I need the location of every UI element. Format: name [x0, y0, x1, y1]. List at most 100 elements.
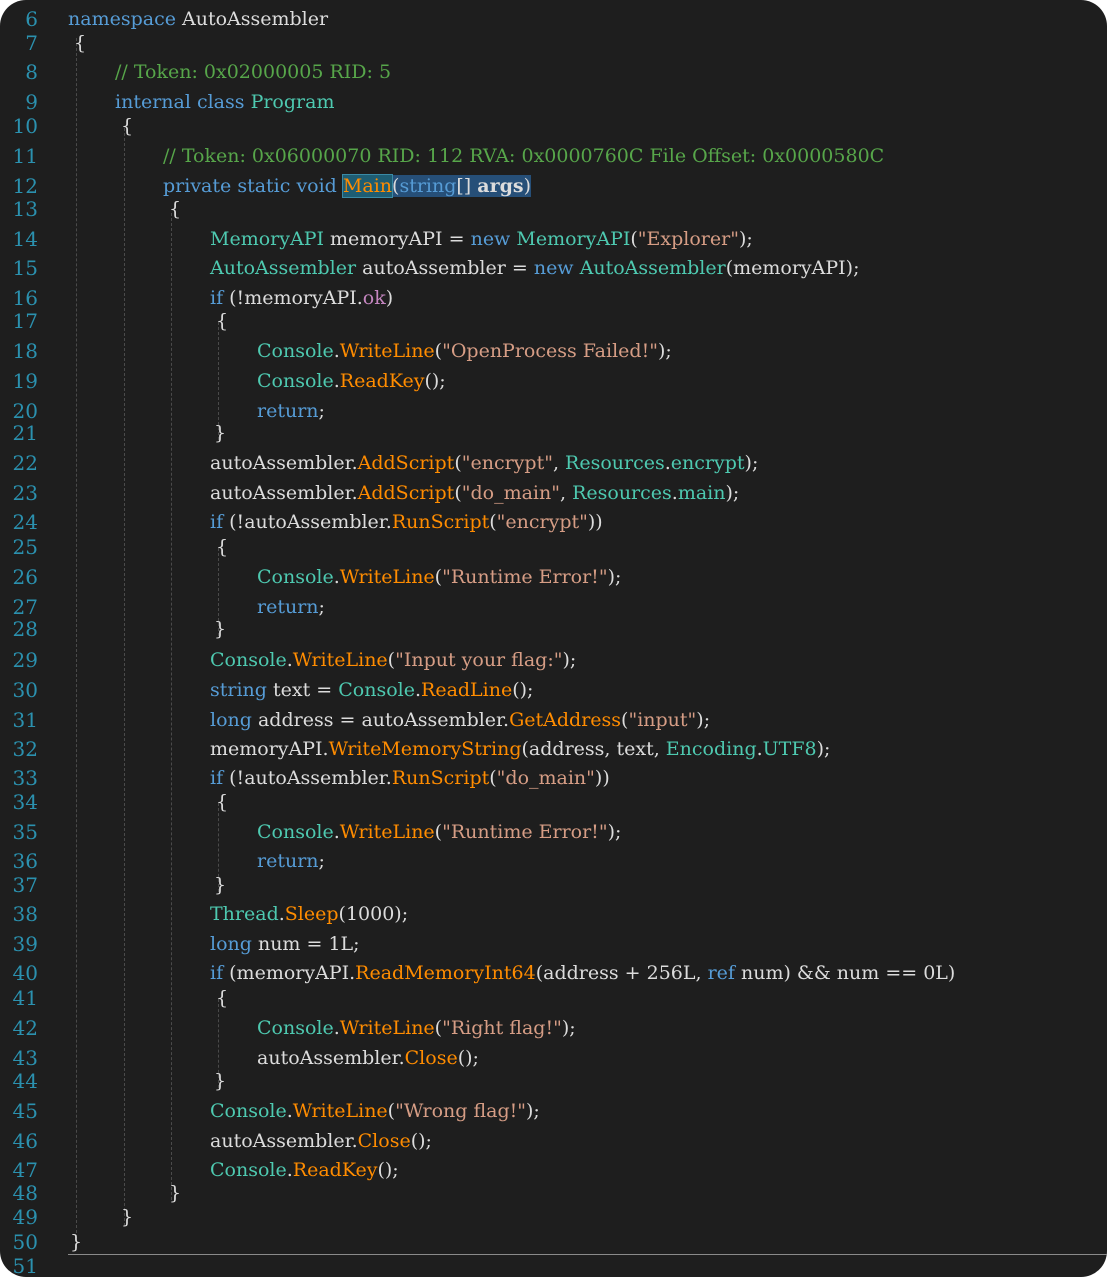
code-line[interactable]: AutoAssembler autoAssembler = new AutoAs… — [210, 256, 860, 280]
code-line[interactable]: if (!memoryAPI.ok) — [210, 286, 393, 310]
code-line[interactable]: { — [121, 114, 133, 138]
code-token: (); — [424, 370, 446, 392]
code-line[interactable]: private static void Main(string[] args) — [163, 174, 531, 198]
code-line[interactable]: string text = Console.ReadLine(); — [210, 678, 533, 702]
code-token: // Token: 0x06000070 RID: 112 RVA: 0x000… — [163, 145, 885, 167]
code-token: memoryAPI. — [210, 738, 329, 760]
code-line[interactable]: if (!autoAssembler.RunScript("encrypt")) — [210, 510, 603, 534]
code-line[interactable]: } — [169, 1181, 181, 1205]
code-line[interactable]: } — [214, 617, 226, 641]
code-token: } — [214, 422, 227, 444]
code-line[interactable]: autoAssembler.Close(); — [257, 1046, 479, 1070]
code-token: AutoAssembler — [182, 8, 329, 30]
code-line[interactable]: } — [214, 873, 226, 897]
code-token: if — [210, 511, 224, 533]
code-line[interactable]: { — [74, 31, 86, 55]
code-line[interactable]: } — [70, 1230, 82, 1254]
code-token: return — [257, 400, 319, 422]
code-line[interactable]: Console.WriteLine("Wrong flag!"); — [210, 1099, 540, 1123]
code-line[interactable]: Console.WriteLine("Input your flag:"); — [210, 648, 576, 672]
code-line[interactable]: { — [169, 197, 181, 221]
code-line[interactable]: autoAssembler.AddScript("do_main", Resou… — [210, 481, 739, 505]
line-number: 41 — [12, 986, 38, 1010]
code-token: return — [257, 850, 319, 872]
line-number: 39 — [12, 932, 38, 956]
line-number: 46 — [12, 1129, 38, 1153]
line-number: 25 — [12, 535, 38, 559]
code-token: } — [121, 1206, 134, 1228]
code-line[interactable]: Thread.Sleep(1000); — [210, 902, 408, 926]
code-line[interactable]: MemoryAPI memoryAPI = new MemoryAPI("Exp… — [210, 227, 753, 251]
code-line[interactable]: // Token: 0x02000005 RID: 5 — [115, 60, 391, 84]
line-number: 35 — [12, 820, 38, 844]
code-token: (address + 256L, — [535, 962, 708, 984]
code-line[interactable]: } — [214, 421, 226, 445]
code-line[interactable]: long num = 1L; — [210, 932, 360, 956]
code-line[interactable]: long address = autoAssembler.GetAddress(… — [210, 708, 710, 732]
code-token: Console — [257, 566, 334, 588]
code-token: WriteLine — [292, 649, 388, 671]
code-token: Thread — [210, 903, 279, 925]
code-token: if — [210, 767, 224, 789]
code-token: } — [214, 874, 227, 896]
code-token: (address, text, — [521, 738, 666, 760]
code-line[interactable]: Console.WriteLine("OpenProcess Failed!")… — [257, 339, 672, 363]
line-number: 26 — [12, 565, 38, 589]
code-token: static — [237, 175, 291, 197]
code-token: (!autoAssembler. — [223, 767, 392, 789]
code-token: text = — [266, 679, 339, 701]
code-line[interactable]: autoAssembler.Close(); — [210, 1129, 432, 1153]
indent-guide — [76, 38, 77, 1248]
code-line[interactable]: namespace AutoAssembler — [68, 7, 328, 31]
code-token: ReadKey — [339, 370, 425, 392]
code-token: encrypt — [670, 452, 745, 474]
line-number: 23 — [12, 481, 38, 505]
code-token: { — [216, 987, 229, 1009]
code-token: string — [399, 175, 457, 197]
code-line[interactable]: if (!autoAssembler.RunScript("do_main")) — [210, 766, 610, 790]
line-number: 16 — [12, 286, 38, 310]
code-token: string — [210, 679, 267, 701]
code-line[interactable]: if (memoryAPI.ReadMemoryInt64(address + … — [210, 961, 955, 985]
code-line[interactable]: return; — [257, 595, 325, 619]
code-token: MemoryAPI — [516, 228, 631, 250]
line-number: 47 — [12, 1158, 38, 1182]
code-line[interactable]: return; — [257, 849, 325, 873]
code-line[interactable]: } — [214, 1069, 226, 1093]
code-token: Resources — [565, 452, 665, 474]
code-line[interactable]: memoryAPI.WriteMemoryString(address, tex… — [210, 737, 830, 761]
code-line[interactable]: Console.WriteLine("Runtime Error!"); — [257, 820, 621, 844]
code-token: { — [216, 791, 229, 813]
code-line[interactable]: Console.ReadKey(); — [257, 369, 446, 393]
code-line[interactable]: return; — [257, 399, 325, 423]
code-token: ) — [385, 287, 394, 309]
code-token: autoAssembler. — [257, 1047, 405, 1069]
code-token: namespace — [68, 8, 176, 30]
code-line[interactable]: autoAssembler.AddScript("encrypt", Resou… — [210, 451, 758, 475]
code-line[interactable]: } — [121, 1205, 133, 1229]
code-token: RunScript — [391, 511, 490, 533]
code-line[interactable]: Console.WriteLine("Runtime Error!"); — [257, 565, 621, 589]
code-token: (); — [512, 679, 534, 701]
code-line[interactable]: { — [216, 986, 228, 1010]
code-line[interactable]: { — [216, 535, 228, 559]
code-editor[interactable]: 6 7 8 9 10 11 12 13 14 15 16 17 18 19 20 21 22 23 24 25 26 27… — [0, 0, 1107, 1277]
code-line[interactable]: // Token: 0x06000070 RID: 112 RVA: 0x000… — [163, 144, 884, 168]
line-number: 43 — [12, 1046, 38, 1070]
code-line[interactable]: internal class Program — [115, 90, 334, 114]
code-token: "do_main" — [461, 482, 560, 504]
code-token: class — [196, 91, 245, 113]
code-line[interactable]: Console.WriteLine("Right flag!"); — [257, 1016, 576, 1040]
code-token: MemoryAPI — [210, 228, 324, 250]
code-line[interactable]: { — [216, 309, 228, 333]
code-line[interactable]: Console.ReadKey(); — [210, 1158, 399, 1182]
line-number: 17 — [12, 309, 38, 333]
line-number: 27 — [12, 595, 38, 619]
code-token: "Input your flag:" — [395, 649, 563, 671]
line-number: 7 — [25, 31, 38, 55]
line-number: 38 — [12, 902, 38, 926]
code-token: Main — [341, 174, 394, 198]
code-token: (!memoryAPI. — [223, 287, 363, 309]
code-line[interactable]: { — [216, 790, 228, 814]
line-number: 48 — [12, 1181, 38, 1205]
